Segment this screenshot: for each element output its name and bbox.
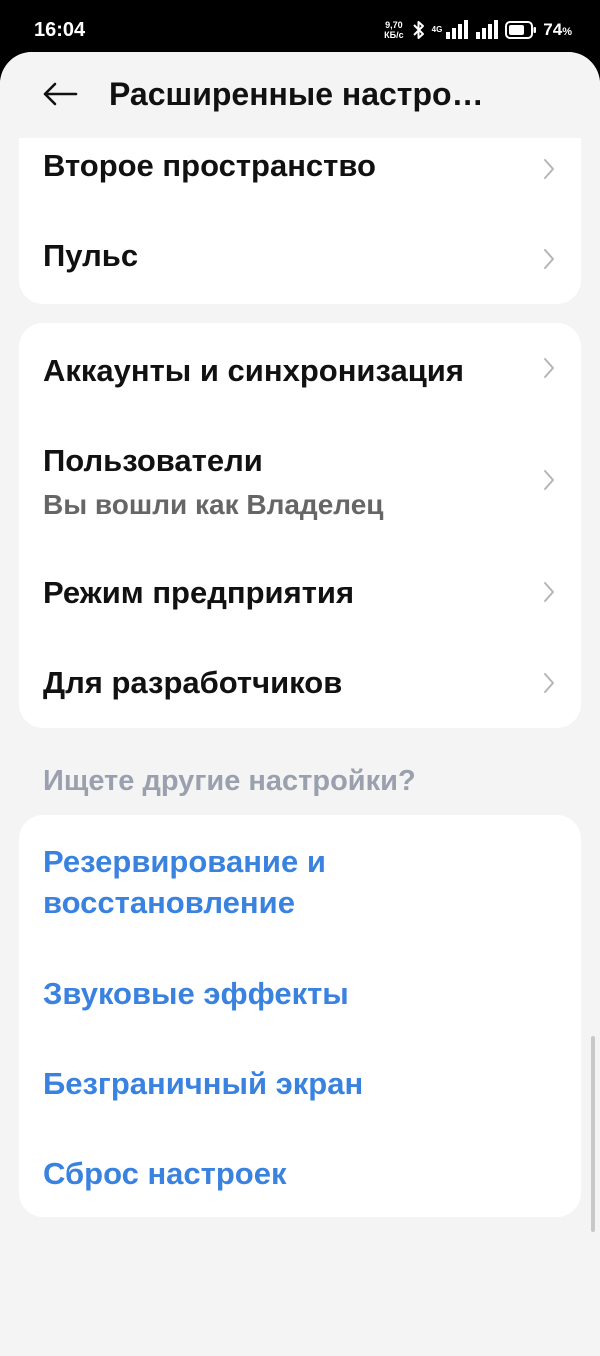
- app-bar: Расширенные настро…: [0, 52, 600, 138]
- list-item-pulse[interactable]: Пульс: [19, 212, 581, 304]
- status-time: 16:04: [34, 19, 86, 41]
- list-item-label: Аккаунты и синхронизация: [43, 353, 464, 388]
- chevron-right-icon: [544, 582, 554, 602]
- network-speed-unit: КБ/с: [384, 30, 404, 40]
- chevron-right-icon: [544, 249, 554, 269]
- list-item-users[interactable]: Пользователи Вы вошли как Владелец: [19, 413, 581, 547]
- list-item-label: Для разработчиков: [43, 665, 343, 700]
- network-speed: 9,70 КБ/с: [384, 20, 403, 40]
- link-label: Звуковые эффекты: [43, 976, 349, 1011]
- status-icons: 9,70 КБ/с 4G 74%: [384, 16, 572, 44]
- list-item-enterprise-mode[interactable]: Режим предприятия: [19, 547, 581, 637]
- list-item-label: Режим предприятия: [43, 575, 355, 610]
- signal-icon-sim1: [445, 20, 469, 40]
- link-label-line1: Резервирование и: [43, 844, 326, 879]
- network-type-label: 4G: [431, 25, 443, 34]
- settings-group-2: Аккаунты и синхронизация Пользователи Вы…: [19, 323, 581, 728]
- network-speed-value: 9,70: [385, 20, 403, 30]
- status-bar: 16:04 9,70 КБ/с 4G 74%: [0, 0, 600, 60]
- bluetooth-icon: [412, 20, 426, 40]
- battery-icon: [505, 21, 537, 39]
- chevron-right-icon: [544, 159, 554, 179]
- scrollbar[interactable]: [591, 1036, 595, 1232]
- settings-screen: Расширенные настро… Второе пространство …: [0, 52, 600, 1356]
- chevron-right-icon: [544, 673, 554, 693]
- list-item-label: Пульс: [43, 238, 139, 273]
- list-item-label: Пользователи: [43, 443, 263, 478]
- back-arrow-icon: [43, 82, 78, 106]
- list-item-accounts-sync[interactable]: Аккаунты и синхронизация: [19, 323, 581, 413]
- battery-percent-value: 74: [543, 20, 563, 39]
- link-label-line2: восстановление: [43, 885, 295, 920]
- list-item-developer-options[interactable]: Для разработчиков: [19, 637, 581, 728]
- suggestions-group: Резервирование и восстановление Звуковые…: [19, 815, 581, 1217]
- link-label: Безграничный экран: [43, 1066, 364, 1101]
- battery-percent: 74%: [543, 20, 572, 40]
- chevron-right-icon: [544, 470, 554, 490]
- link-sound-effects[interactable]: Звуковые эффекты: [19, 945, 581, 1035]
- page-title: Расширенные настро…: [109, 76, 484, 112]
- link-reset-settings[interactable]: Сброс настроек: [19, 1125, 581, 1217]
- section-heading: Ищете другие настройки?: [43, 765, 416, 797]
- chevron-right-icon: [544, 358, 554, 378]
- battery-percent-unit: %: [562, 26, 572, 38]
- back-button[interactable]: [40, 78, 80, 110]
- link-label: Сброс настроек: [43, 1156, 287, 1191]
- link-borderless-screen[interactable]: Безграничный экран: [19, 1035, 581, 1125]
- list-item-sublabel: Вы вошли как Владелец: [43, 489, 384, 520]
- signal-icon-sim2: [475, 20, 499, 40]
- link-backup-restore[interactable]: Резервирование и восстановление: [19, 815, 581, 945]
- list-item-label: Второе пространство: [43, 148, 376, 183]
- link-label: Резервирование и восстановление: [43, 841, 326, 923]
